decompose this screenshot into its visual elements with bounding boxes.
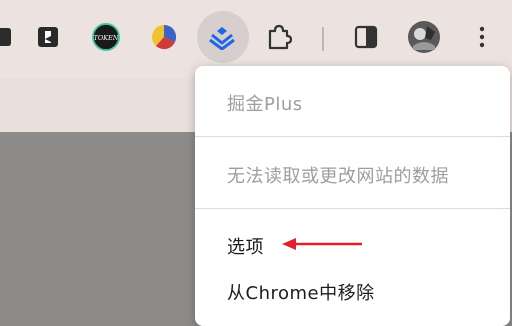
extension-context-menu: 掘金Plus 无法读取或更改网站的数据 选项 从Chrome中移除 [195,66,510,326]
partial-extension-icon[interactable] [0,22,22,52]
more-menu-icon[interactable] [468,22,496,52]
svg-text:TOKEN: TOKEN [93,34,118,42]
options-menu-item[interactable]: 选项 [227,233,264,259]
side-panel-icon[interactable] [352,22,380,52]
menu-divider [195,136,510,137]
extension-title: 掘金Plus [227,94,303,115]
annotation-arrow-icon [282,238,362,250]
token-extension-icon[interactable]: TOKEN [92,22,120,52]
site-permission-text: 无法读取或更改网站的数据 [227,166,449,187]
extensions-puzzle-icon[interactable] [265,22,293,52]
pie-chart-extension-icon[interactable] [150,22,178,52]
remove-from-chrome-menu-item[interactable]: 从Chrome中移除 [227,279,375,305]
profile-avatar[interactable] [406,19,442,55]
bookmark-extension-icon[interactable] [34,22,62,52]
menu-divider [195,208,510,209]
juejin-extension-icon[interactable] [208,22,236,52]
toolbar-separator [322,27,324,51]
